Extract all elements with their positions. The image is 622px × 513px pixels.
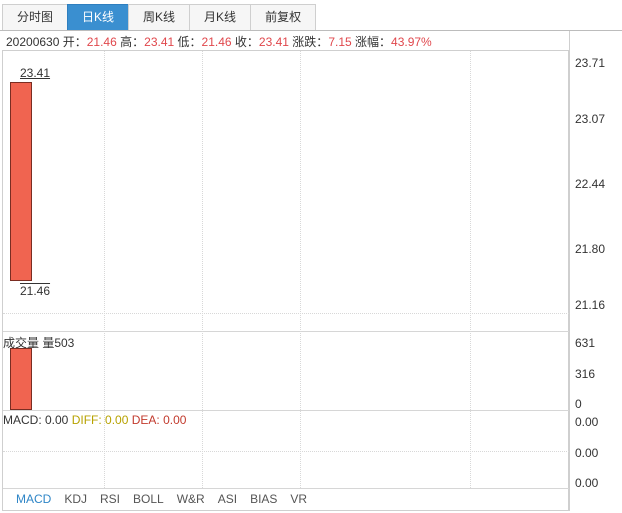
macd-axis-label: 0.00 [575,415,599,429]
low-label: 低： [177,35,202,49]
macd-title: MACD: 0.00 DIFF: 0.00 DEA: 0.00 [3,413,186,427]
tab-forward-adjusted[interactable]: 前复权 [250,4,317,30]
indicator-tab-asi[interactable]: ASI [218,492,237,506]
quote-info-bar: 20200630 开：21.46 高：23.41 低：21.46 收：23.41… [6,34,432,50]
change-value: 7.15 [328,35,352,49]
macd-axis-label: 0.00 [575,446,599,460]
pct-label: 涨幅： [355,35,392,49]
high-value: 23.41 [144,35,175,49]
chart-tabs: 分时图 日K线 周K线 月K线 前复权 [2,4,317,30]
macd-value: MACD: 0.00 [3,413,69,427]
volume-axis-label: 316 [575,367,596,381]
candle-high-label: 23.41 [20,66,51,80]
panel-divider-macd [3,410,569,411]
tab-weekly-k[interactable]: 周K线 [128,4,191,30]
open-value: 21.46 [86,35,117,49]
price-axis-label: 23.71 [575,56,606,70]
price-axis-label: 21.80 [575,242,606,256]
grid-vline [202,51,203,488]
indicator-tab-boll[interactable]: BOLL [133,492,164,506]
indicator-tab-kdj[interactable]: KDJ [64,492,87,506]
grid-vline [470,51,471,488]
panel-divider-indicators [3,488,569,489]
close-label: 收： [234,35,259,49]
candlestick[interactable] [10,82,32,281]
indicator-tab-vr[interactable]: VR [290,492,307,506]
open-label: 开： [62,35,87,49]
diff-value: DIFF: 0.00 [71,413,129,427]
indicator-tab-rsi[interactable]: RSI [100,492,120,506]
close-value: 23.41 [258,35,289,49]
indicator-tab-macd[interactable]: MACD [16,492,51,506]
volume-axis-label: 631 [575,336,596,350]
low-value: 21.46 [201,35,232,49]
candle-low-label: 21.46 [20,284,51,298]
macd-axis-label: 0.00 [575,476,599,490]
chart-frame [2,50,569,511]
axis-separator [569,31,570,511]
grid-vline [300,51,301,488]
price-axis-label: 21.16 [575,298,606,312]
dea-value: DEA: 0.00 [131,413,187,427]
indicator-tabs: MACD KDJ RSI BOLL W&R ASI BIAS VR [16,492,307,506]
price-axis-label: 22.44 [575,177,606,191]
change-label: 涨跌： [292,35,329,49]
tab-monthly-k[interactable]: 月K线 [189,4,252,30]
tab-daily-k[interactable]: 日K线 [67,4,130,30]
indicator-tab-bias[interactable]: BIAS [250,492,277,506]
indicator-tab-wr[interactable]: W&R [177,492,205,506]
grid-line [3,313,569,314]
grid-line [3,451,569,452]
quote-date: 20200630 [6,35,60,49]
pct-value: 43.97% [391,35,432,49]
price-axis-label: 23.07 [575,112,606,126]
volume-axis-label: 0 [575,397,582,411]
tab-timeshare[interactable]: 分时图 [2,4,69,30]
high-label: 高： [120,35,145,49]
panel-divider-volume [3,331,569,332]
tab-underline [0,30,622,31]
volume-bar[interactable] [10,348,32,410]
